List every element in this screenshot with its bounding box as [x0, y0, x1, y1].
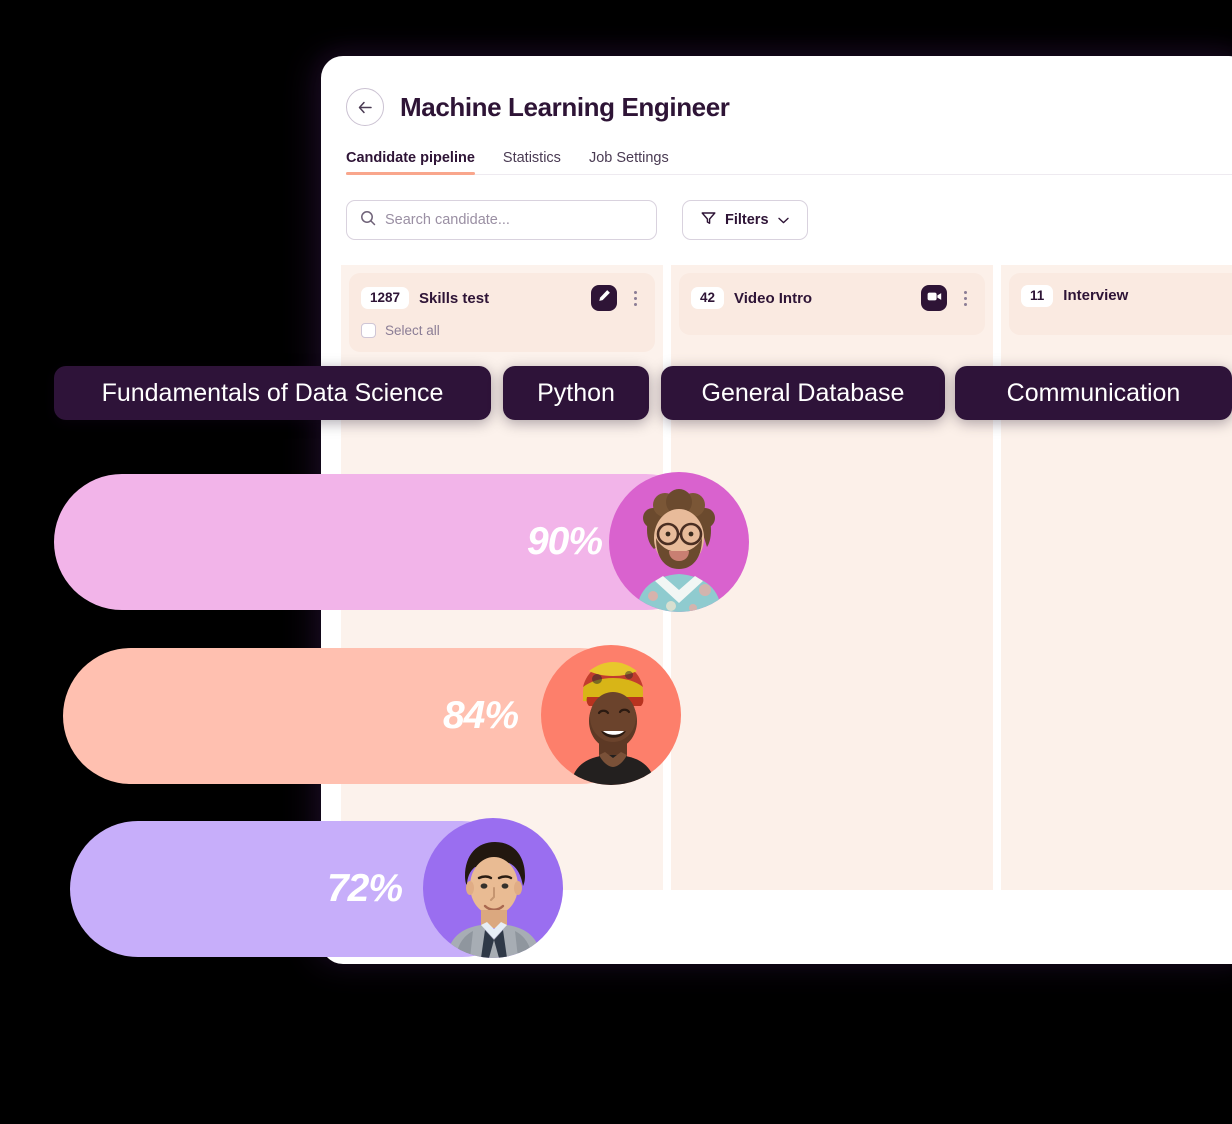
search-input[interactable]: Search candidate... [346, 200, 657, 240]
skill-pill-fundamentals-of-data-science[interactable]: Fundamentals of Data Science [54, 366, 491, 420]
kebab-dot [963, 296, 967, 300]
select-all-checkbox[interactable] [361, 323, 376, 338]
toolbar: Search candidate... Filters [346, 200, 1232, 265]
column-count-badge: 42 [691, 287, 725, 309]
column-title: Skills test [419, 289, 490, 307]
skill-pill-label: Fundamentals of Data Science [101, 378, 444, 407]
candidate-avatar-bearded-man-glasses[interactable] [609, 472, 749, 612]
column-title: Video Intro [734, 289, 813, 307]
tab-candidate-pipeline[interactable]: Candidate pipeline [346, 150, 475, 175]
filters-label: Filters [725, 212, 769, 228]
column-count-badge: 11 [1021, 285, 1054, 307]
pencil-icon-button[interactable] [591, 285, 617, 311]
skill-pill-general-database[interactable]: General Database [661, 366, 945, 420]
search-icon [360, 210, 376, 231]
screenshot-root: Machine Learning Engineer Candidate pipe… [0, 0, 1232, 1124]
column-header: 1287 Skills test Select all [349, 273, 655, 352]
filters-button[interactable]: Filters [682, 200, 808, 240]
kebab-dot [963, 302, 967, 306]
column-header-row: 42 Video Intro [691, 285, 973, 311]
video-camera-icon [927, 289, 942, 307]
score-percent: 84% [442, 694, 519, 737]
arrow-left-icon [358, 101, 373, 114]
kebab-dot [963, 290, 967, 294]
column-header: 42 Video Intro [679, 273, 985, 335]
search-placeholder-text: Search candidate... [385, 212, 510, 228]
candidate-avatar-smiling-woman-headwrap[interactable] [541, 645, 681, 785]
skill-pill-label: Python [537, 378, 615, 407]
funnel-icon [701, 211, 716, 230]
back-button[interactable] [346, 88, 384, 126]
tab-statistics[interactable]: Statistics [503, 150, 561, 175]
column-header-row: 11 Interview [1021, 285, 1232, 307]
column-menu-button[interactable] [957, 286, 973, 310]
kebab-dot [633, 302, 637, 306]
skill-pill-label: Communication [1006, 378, 1181, 407]
pencil-icon [598, 289, 611, 307]
skill-pill-python[interactable]: Python [503, 366, 649, 420]
title-row: Machine Learning Engineer [346, 88, 1232, 126]
column-header: 11 Interview [1009, 273, 1232, 335]
candidate-avatar-man-grey-blazer[interactable] [423, 818, 563, 958]
kebab-dot [633, 296, 637, 300]
video-camera-icon-button[interactable] [921, 285, 947, 311]
score-percent: 72% [326, 867, 403, 910]
chevron-down-icon [777, 211, 789, 229]
skill-pill-label: General Database [701, 378, 905, 407]
pipeline-column-interview: 11 Interview [1001, 265, 1232, 890]
kebab-dot [633, 290, 637, 294]
column-menu-button[interactable] [627, 286, 643, 310]
tab-bar: Candidate pipeline Statistics Job Settin… [346, 150, 1232, 175]
tab-job-settings[interactable]: Job Settings [589, 150, 669, 175]
score-percent: 90% [526, 520, 603, 563]
skill-pill-communication[interactable]: Communication [955, 366, 1232, 420]
card-header: Machine Learning Engineer Candidate pipe… [321, 56, 1232, 265]
column-count-badge: 1287 [361, 287, 410, 309]
column-title: Interview [1063, 287, 1129, 305]
page-title: Machine Learning Engineer [400, 91, 730, 122]
column-header-row: 1287 Skills test [361, 285, 643, 311]
select-all-label: Select all [385, 323, 440, 338]
select-all-row[interactable]: Select all [361, 323, 643, 338]
